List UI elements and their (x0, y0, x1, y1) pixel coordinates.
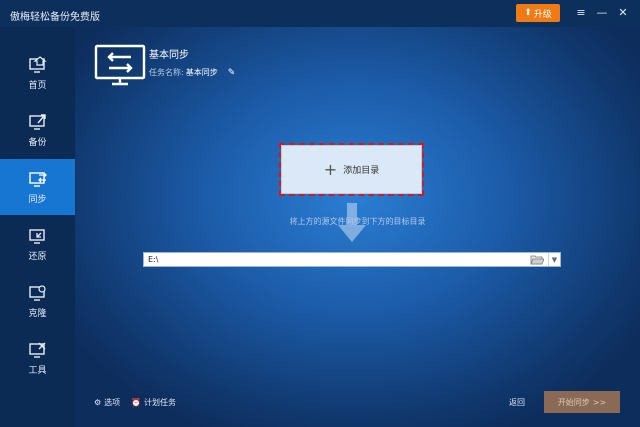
task-title: 基本同步 (149, 50, 189, 61)
sidebar-item-label: 工具 (28, 365, 47, 376)
edit-pencil-icon[interactable]: ✎ (228, 68, 236, 78)
add-directory-label: 添加目录 (343, 166, 380, 176)
sidebar-item-label: 还原 (28, 251, 47, 262)
sync-monitor-icon (94, 44, 146, 86)
main-panel: 基本同步 任务名称: 基本同步 ✎ + 添加目录 将上方的源文件同步到下方的目标… (75, 27, 640, 427)
task-name-row: 任务名称: 基本同步 ✎ (149, 67, 235, 78)
sidebar-item-sync[interactable]: 同步 (0, 159, 75, 215)
schedule-label: 计划任务 (143, 398, 176, 407)
upgrade-label: 升级 (533, 9, 552, 20)
sidebar-item-label: 同步 (28, 194, 47, 205)
minimize-icon[interactable]: — (594, 5, 610, 21)
sync-icon (28, 171, 47, 187)
alarm-clock-icon: ⏰ (131, 398, 141, 407)
sidebar-item-label: 首页 (28, 80, 47, 91)
back-button[interactable]: 返回 (509, 397, 525, 408)
chevron-down-icon[interactable]: ▼ (548, 253, 560, 266)
sidebar: 首页 备份 同步 还原 克隆 工具 (0, 27, 75, 427)
sidebar-item-label: 克隆 (28, 308, 47, 319)
clone-icon (28, 284, 46, 301)
add-directory-button[interactable]: + 添加目录 (279, 143, 424, 196)
upgrade-arrow-icon: ⬆ (524, 8, 532, 18)
close-icon[interactable]: ✕ (615, 5, 631, 21)
sync-hint-text: 将上方的源文件同步到下方的目标目录 (289, 217, 426, 226)
gear-icon: ⚙ (94, 398, 102, 407)
task-name-value: 基本同步 (185, 68, 218, 77)
tools-icon (28, 342, 45, 358)
restore-icon (28, 228, 45, 244)
task-name-label: 任务名称: (149, 68, 184, 77)
schedule-button[interactable]: ⏰ 计划任务 (131, 397, 176, 408)
home-icon (28, 55, 47, 73)
menu-icon[interactable]: ≡ (573, 5, 589, 21)
destination-path-input[interactable]: E:\ ▼ (143, 252, 561, 267)
backup-icon (28, 113, 46, 130)
plus-icon: + (323, 159, 338, 179)
start-sync-button[interactable]: 开始同步 >> (544, 391, 620, 413)
start-sync-label: 开始同步 (557, 397, 590, 407)
sidebar-item-clone[interactable]: 克隆 (0, 273, 75, 329)
options-label: 选项 (104, 398, 121, 407)
destination-path-value: E:\ (148, 255, 159, 264)
sidebar-item-tools[interactable]: 工具 (0, 330, 75, 386)
folder-open-icon[interactable] (530, 254, 544, 265)
double-chevron-right-icon: >> (592, 397, 607, 407)
sidebar-item-home[interactable]: 首页 (0, 45, 75, 101)
sidebar-item-backup[interactable]: 备份 (0, 102, 75, 158)
sidebar-item-restore[interactable]: 还原 (0, 216, 75, 272)
app-title: 傲梅轻松备份免费版 (10, 12, 100, 23)
upgrade-button[interactable]: ⬆ 升级 (516, 4, 560, 22)
options-button[interactable]: ⚙ 选项 (94, 397, 120, 408)
title-bar: 傲梅轻松备份免费版 ⬆ 升级 ≡ — ✕ (0, 0, 640, 27)
sidebar-item-label: 备份 (28, 137, 47, 148)
